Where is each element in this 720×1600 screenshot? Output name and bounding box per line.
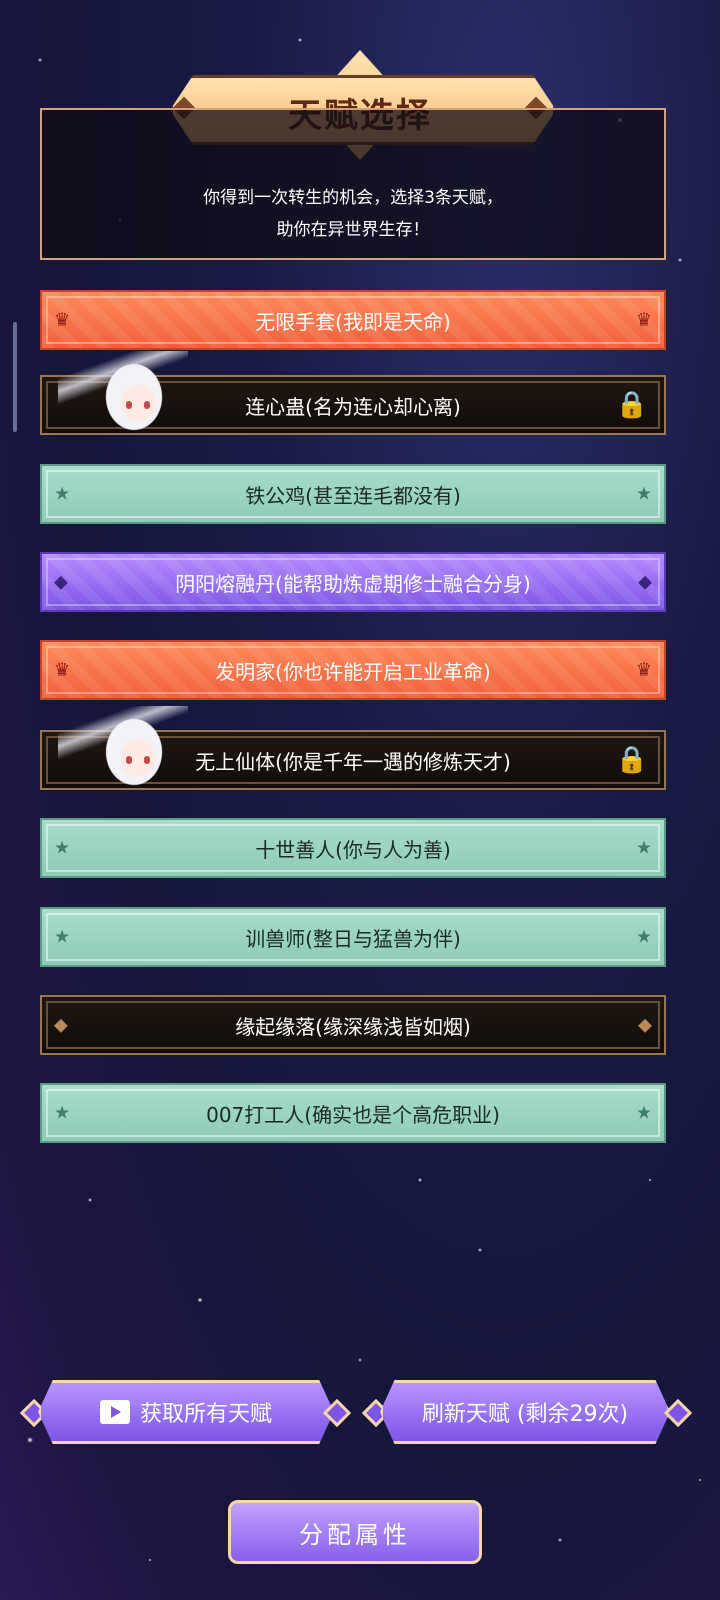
star-icon: ★ xyxy=(54,926,71,948)
star-icon: ★ xyxy=(635,1102,652,1124)
star-icon: ★ xyxy=(635,837,652,859)
talent-label: 007打工人(确实也是个高危职业) xyxy=(206,1102,500,1127)
crown-icon: ♛ xyxy=(635,309,652,331)
intro-text: 你得到一次转生的机会，选择3条天赋， 助你在异世界生存！ xyxy=(203,188,503,240)
crown-icon: ♛ xyxy=(54,659,71,681)
crown-icon: ♛ xyxy=(54,309,71,331)
talent-label: 阴阳熔融丹(能帮助炼虚期修士融合分身) xyxy=(175,571,531,596)
talent-card[interactable]: ★ 007打工人(确实也是个高危职业) ★ xyxy=(40,1083,666,1143)
talent-card[interactable]: ★ 十世善人(你与人为善) ★ xyxy=(40,818,666,878)
talent-card[interactable]: ◆ 阴阳熔融丹(能帮助炼虚期修士融合分身) ◆ xyxy=(40,552,666,612)
star-icon: ★ xyxy=(54,483,71,505)
refresh-talents-button[interactable]: 刷新天赋 (剩余29次) xyxy=(380,1380,670,1444)
talent-label: 训兽师(整日与猛兽为伴) xyxy=(245,926,461,951)
talent-card[interactable]: ♛ 无限手套(我即是天命) ♛ xyxy=(40,290,666,350)
scroll-indicator[interactable] xyxy=(13,322,17,432)
intro-panel: 你得到一次转生的机会，选择3条天赋， 助你在异世界生存！ xyxy=(40,108,666,260)
diamond-icon: ◆ xyxy=(638,571,652,593)
avatar xyxy=(58,706,188,794)
play-video-icon xyxy=(99,1400,130,1424)
assign-attributes-button[interactable]: 分配属性 xyxy=(228,1500,482,1564)
get-all-talents-label: 获取所有天赋 xyxy=(139,1402,272,1427)
star-icon: ★ xyxy=(635,926,652,948)
talent-label: 发明家(你也许能开启工业革命) xyxy=(215,659,491,684)
crown-icon: ♛ xyxy=(635,659,652,681)
refresh-talents-label: 刷新天赋 (剩余29次) xyxy=(421,1402,629,1427)
diamond-icon: ◆ xyxy=(638,1014,652,1036)
diamond-icon xyxy=(663,1398,693,1428)
talent-card[interactable]: ◆ 缘起缘落(缘深缘浅皆如烟) ◆ xyxy=(40,995,666,1055)
star-icon: ★ xyxy=(54,837,71,859)
talent-label: 十世善人(你与人为善) xyxy=(255,837,451,862)
talent-card[interactable]: ★ 铁公鸡(甚至连毛都没有) ★ xyxy=(40,464,666,524)
talent-label: 无限手套(我即是天命) xyxy=(255,309,451,334)
star-icon: ★ xyxy=(635,483,652,505)
talent-label: 无上仙体(你是千年一遇的修炼天才) xyxy=(195,749,511,774)
talent-label: 连心蛊(名为连心却心离) xyxy=(245,394,461,419)
star-icon: ★ xyxy=(54,1102,71,1124)
talent-label: 铁公鸡(甚至连毛都没有) xyxy=(245,483,461,508)
diamond-icon: ◆ xyxy=(54,571,68,593)
assign-attributes-label: 分配属性 xyxy=(299,1520,411,1549)
lock-icon: 🔒 xyxy=(615,745,648,775)
talent-label: 缘起缘落(缘深缘浅皆如烟) xyxy=(235,1014,471,1039)
get-all-talents-button[interactable]: 获取所有天赋 xyxy=(38,1380,334,1444)
talent-card[interactable]: ★ 训兽师(整日与猛兽为伴) ★ xyxy=(40,907,666,967)
talent-card-locked[interactable]: 连心蛊(名为连心却心离) 🔒 xyxy=(40,351,666,439)
avatar xyxy=(58,351,188,439)
talent-card-locked[interactable]: 无上仙体(你是千年一遇的修炼天才) 🔒 xyxy=(40,706,666,794)
talent-card[interactable]: ♛ 发明家(你也许能开启工业革命) ♛ xyxy=(40,640,666,700)
diamond-icon: ◆ xyxy=(54,1014,68,1036)
lock-icon: 🔒 xyxy=(615,390,648,420)
